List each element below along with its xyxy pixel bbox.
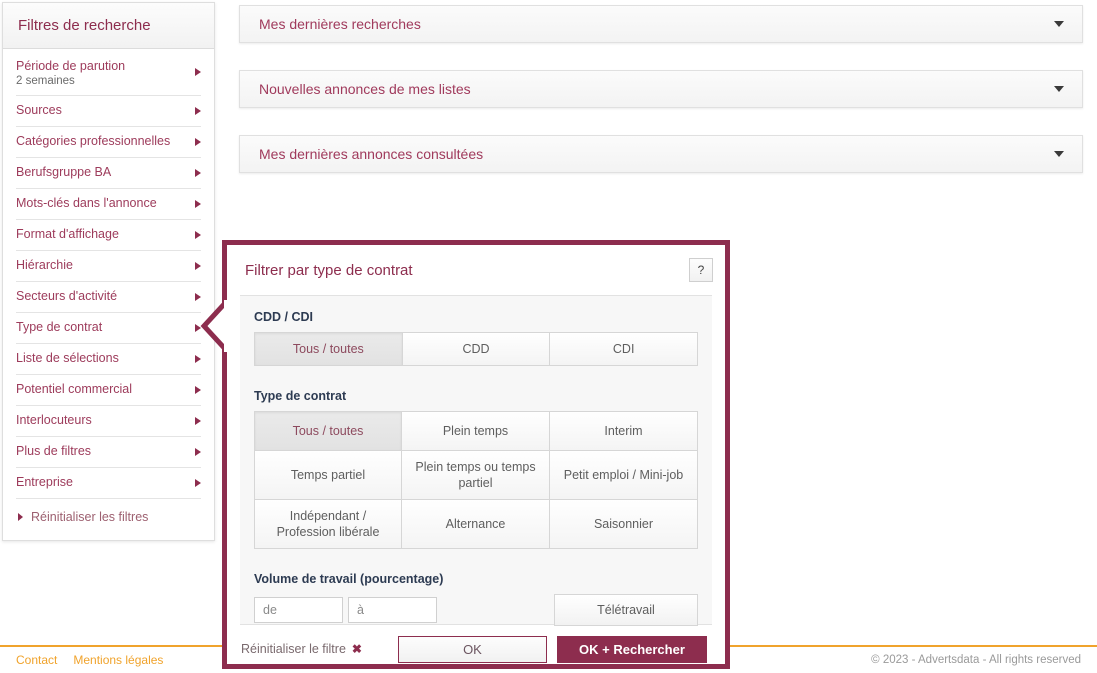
sidebar-item-label: Format d'affichage [16, 227, 119, 241]
type-contrat-option-3[interactable]: Temps partiel [254, 450, 402, 500]
sidebar-item-11[interactable]: Interlocuteurs [16, 406, 201, 437]
help-button[interactable]: ? [689, 258, 713, 282]
sidebar-item-1[interactable]: Sources [16, 96, 201, 127]
sidebar-item-6[interactable]: Hiérarchie [16, 251, 201, 282]
sidebar-item-4[interactable]: Mots-clés dans l'annonce [16, 189, 201, 220]
sidebar-item-label: Liste de sélections [16, 351, 119, 365]
chevron-right-icon[interactable] [195, 417, 201, 425]
chevron-right-icon[interactable] [195, 169, 201, 177]
accordion-title: Mes dernières annonces consultées [259, 146, 484, 162]
sidebar-item-label: Interlocuteurs [16, 413, 92, 427]
ok-search-button[interactable]: OK + Rechercher [556, 635, 707, 663]
dialog-pointer-icon [200, 300, 228, 352]
chevron-right-icon[interactable] [195, 448, 201, 456]
type-de-contrat-option-group: Tous / toutes Plein temps Interim Temps par… [254, 411, 698, 549]
reset-all-filters-button[interactable]: Réinitialiser les filtres [16, 499, 201, 540]
type-contrat-option-5[interactable]: Petit emploi / Mini-job [549, 450, 698, 500]
accordion-title: Mes dernières recherches [259, 16, 421, 32]
chevron-right-icon[interactable] [195, 386, 201, 394]
volume-to-input[interactable] [348, 597, 437, 623]
accordion-mes-dernieres-recherches[interactable]: Mes dernières recherches [239, 5, 1083, 43]
chevron-right-icon[interactable] [195, 355, 201, 363]
type-contrat-option-2[interactable]: Interim [549, 411, 698, 451]
sidebar-item-0[interactable]: Période de parution 2 semaines [16, 49, 201, 96]
chevron-right-icon[interactable] [195, 138, 201, 146]
sidebar-item-label: Berufsgruppe BA [16, 165, 112, 179]
sidebar-item-label: Entreprise [16, 475, 73, 489]
footer-link-mentions-legales[interactable]: Mentions légales [73, 653, 163, 667]
close-x-icon: ✖ [351, 642, 362, 656]
cdd-cdi-option-group: Tous / toutes CDD CDI [254, 332, 699, 366]
type-contrat-option-1[interactable]: Plein temps [401, 411, 550, 451]
chevron-down-icon[interactable] [1054, 151, 1064, 157]
chevron-right-icon[interactable] [195, 479, 201, 487]
sidebar-header: Filtres de recherche [3, 3, 214, 49]
sidebar-item-12[interactable]: Plus de filtres [16, 437, 201, 468]
footer-link-contact[interactable]: Contact [16, 653, 57, 667]
chevron-right-icon[interactable] [195, 262, 201, 270]
cdd-cdi-option-2[interactable]: CDI [549, 332, 699, 366]
sidebar-item-label: Mots-clés dans l'annonce [16, 196, 157, 210]
volume-travail-row: Télétravail [254, 594, 698, 626]
group-label-type-de-contrat: Type de contrat [254, 389, 347, 403]
sidebar-item-2[interactable]: Catégories professionnelles [16, 127, 201, 158]
dialog-body: CDD / CDI Tous / toutes CDD CDI Type de co… [240, 295, 712, 626]
contract-type-filter-dialog: Filtrer par type de contrat ? CDD / CDI … [200, 240, 730, 669]
accordion-annonces-consultees[interactable]: Mes dernières annonces consultées [239, 135, 1083, 173]
chevron-down-icon[interactable] [1054, 86, 1064, 92]
sidebar-title: Filtres de recherche [18, 17, 151, 34]
ok-button[interactable]: OK [397, 635, 547, 663]
reset-filter-button[interactable]: Réinitialiser le filtre ✖ [241, 642, 362, 656]
chevron-right-icon[interactable] [195, 68, 201, 76]
chevron-down-icon[interactable] [1054, 21, 1064, 27]
sidebar-item-label: Secteurs d'activité [16, 289, 118, 303]
group-label-cdd-cdi: CDD / CDI [254, 310, 314, 324]
teletravail-button[interactable]: Télétravail [554, 594, 698, 626]
sidebar-item-13[interactable]: Entreprise [16, 468, 201, 499]
sidebar-item-7[interactable]: Secteurs d'activité [16, 282, 201, 313]
sidebar-item-label: Catégories professionnelles [16, 134, 171, 148]
accordion-title: Nouvelles annonces de mes listes [259, 81, 471, 97]
sidebar-item-label: Sources [16, 103, 62, 117]
sidebar-item-label: Potentiel commercial [16, 382, 133, 396]
sidebar-item-sublabel: 2 semaines [16, 75, 75, 87]
sidebar-item-5[interactable]: Format d'affichage [16, 220, 201, 251]
sidebar-item-3[interactable]: Berufsgruppe BA [16, 158, 201, 189]
type-contrat-option-7[interactable]: Alternance [401, 499, 550, 549]
sidebar-item-label: Période de parution [16, 59, 126, 73]
dialog-footer: Réinitialiser le filtre ✖ OK OK + Recher… [227, 625, 725, 673]
reset-all-filters-label: Réinitialiser les filtres [31, 510, 149, 524]
volume-from-input[interactable] [254, 597, 343, 623]
chevron-right-icon [18, 513, 23, 521]
chevron-right-icon[interactable] [195, 107, 201, 115]
sidebar-item-label: Type de contrat [16, 320, 103, 334]
dialog-header: Filtrer par type de contrat ? [227, 245, 725, 295]
type-contrat-option-0[interactable]: Tous / toutes [254, 411, 402, 451]
cdd-cdi-option-1[interactable]: CDD [401, 332, 551, 366]
sidebar-item-10[interactable]: Potentiel commercial [16, 375, 201, 406]
sidebar-filter-list: Période de parution 2 semaines Sources Caté… [3, 49, 214, 540]
type-contrat-option-8[interactable]: Saisonnier [549, 499, 698, 549]
sidebar-item-label: Hiérarchie [16, 258, 73, 272]
dialog-title: Filtrer par type de contrat [245, 261, 413, 279]
search-filters-sidebar: Filtres de recherche Période de parution… [2, 2, 215, 541]
sidebar-item-label: Plus de filtres [16, 444, 92, 458]
sidebar-item-9[interactable]: Liste de sélections [16, 344, 201, 375]
accordion-nouvelles-annonces[interactable]: Nouvelles annonces de mes listes [239, 70, 1083, 108]
sidebar-item-8[interactable]: Type de contrat [16, 313, 201, 344]
type-contrat-option-6[interactable]: Indépendant / Profession libérale [254, 499, 402, 549]
cdd-cdi-option-0[interactable]: Tous / toutes [254, 332, 403, 366]
copyright-text: © 2023 - Advertsdata - All rights reserv… [871, 654, 1081, 666]
group-label-volume-travail: Volume de travail (pourcentage) [254, 572, 444, 586]
chevron-right-icon[interactable] [195, 231, 201, 239]
type-contrat-option-4[interactable]: Plein temps ou temps partiel [401, 450, 550, 500]
reset-filter-label: Réinitialiser le filtre [241, 642, 346, 656]
chevron-right-icon[interactable] [195, 200, 201, 208]
